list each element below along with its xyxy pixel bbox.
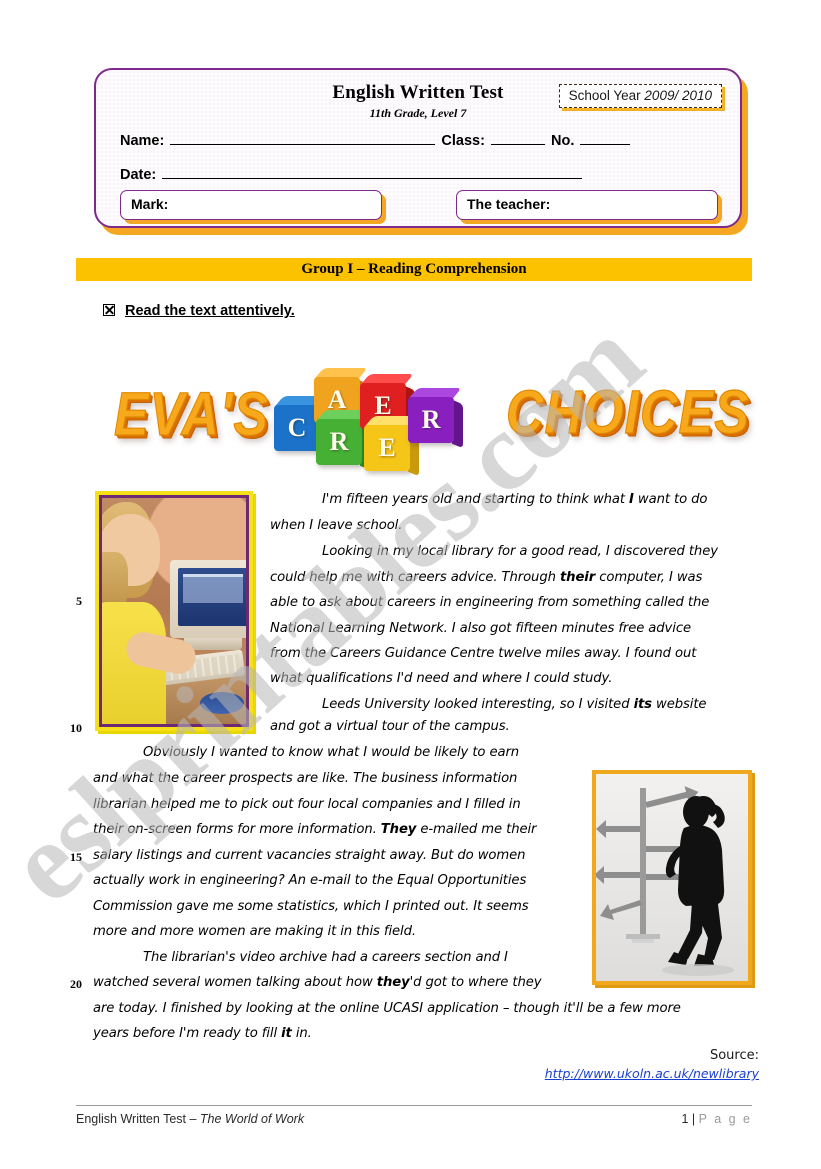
school-year-label: School Year <box>568 88 641 103</box>
reading-text-line: from the Careers Guidance Centre twelve … <box>270 646 697 661</box>
reading-text-line: are today. I finished by looking at the … <box>93 1001 681 1016</box>
date-label: Date: <box>120 167 157 183</box>
line-number: 10 <box>70 721 82 735</box>
reading-text-line: actually work in engineering? An e-mail … <box>93 873 527 888</box>
footer-page-indicator: 1 | P a g e <box>681 1112 752 1126</box>
school-year-badge: School Year 2009/ 2010 <box>558 84 722 108</box>
page-footer: English Written Test – The World of Work… <box>76 1105 752 1126</box>
reading-text-line: National Learning Network. I also got fi… <box>270 621 691 636</box>
reading-text-line: watched several women talking about how … <box>93 975 542 990</box>
block-letter: R <box>408 397 454 443</box>
reading-text-line: Obviously I wanted to know what I would … <box>143 745 520 760</box>
no-input-blank[interactable] <box>580 131 631 145</box>
source-url-link[interactable]: http://www.ukoln.ac.uk/newlibrary <box>545 1066 759 1081</box>
school-year-value: 2009/ 2010 <box>644 88 712 103</box>
reading-text-line: their on-screen forms for more informati… <box>93 822 537 837</box>
no-label: No. <box>550 133 575 149</box>
reading-text-line: and what the career prospects are like. … <box>93 771 518 786</box>
line-number: 20 <box>70 977 82 991</box>
screen-window-shape <box>183 574 243 603</box>
name-label: Name: <box>120 133 165 149</box>
career-letter-blocks: CAREER <box>274 353 504 478</box>
source-label: Source: <box>709 1048 759 1063</box>
career-block-r-5: R <box>408 388 463 449</box>
girl-photo-frame <box>99 495 249 727</box>
career-block-e-4: E <box>364 416 419 477</box>
mark-label: Mark: <box>131 196 169 212</box>
reading-text-line: The librarian's video archive had a care… <box>143 950 508 965</box>
reading-text-line: Commission gave me some statistics, whic… <box>93 899 529 914</box>
signpost-silhouette-photo <box>592 770 752 985</box>
reading-text-line: librarian helped me to pick out four loc… <box>93 797 521 812</box>
checkbox-x-icon <box>103 304 115 316</box>
reading-text-line: years before I'm ready to fill it in. <box>93 1026 312 1041</box>
test-header-box: English Written Test 11th Grade, Level 7… <box>94 68 742 228</box>
reading-text-line: I'm fifteen years old and starting to th… <box>322 492 708 507</box>
group-i-banner: Group I – Reading Comprehension <box>76 258 752 281</box>
group-i-banner-label: Group I – Reading Comprehension <box>301 261 527 277</box>
block-letter: E <box>364 425 410 471</box>
date-input-blank[interactable] <box>162 165 583 179</box>
mark-box[interactable]: Mark: <box>120 190 382 220</box>
reading-text-line: could help me with careers advice. Throu… <box>270 570 703 585</box>
page-word: P a g e <box>698 1112 752 1126</box>
date-row: Date: <box>120 165 584 183</box>
title-art-word-right: CHOICES <box>506 378 750 448</box>
eva-career-choices-title-art: EVA'S CAREER CHOICES <box>96 345 749 480</box>
girl-at-computer-photo <box>95 491 253 731</box>
class-input-blank[interactable] <box>490 131 545 145</box>
reading-text-line: Leeds University looked interesting, so … <box>322 697 707 712</box>
reading-text-line: what qualifications I'd need and where I… <box>270 671 613 686</box>
instruction-text: Read the text attentively. <box>125 303 295 319</box>
title-art-word-left: EVA'S <box>113 380 270 450</box>
teacher-label: The teacher: <box>467 196 551 212</box>
career-block-r-2: R <box>316 410 371 471</box>
line-number: 5 <box>76 594 82 608</box>
reading-text-line: able to ask about careers in engineering… <box>270 595 710 610</box>
worksheet-page: English Written Test 11th Grade, Level 7… <box>0 0 821 1169</box>
page-subtitle: 11th Grade, Level 7 <box>369 106 467 120</box>
reading-text-line: Looking in my local library for a good r… <box>322 544 718 559</box>
reading-text-line: when I leave school. <box>270 518 403 533</box>
reading-text-line: and got a virtual tour of the campus. <box>270 719 510 734</box>
reading-text-line: more and more women are making it in thi… <box>93 924 416 939</box>
signpost-photo-frame <box>596 774 748 981</box>
block-letter: R <box>316 419 362 465</box>
reading-text-line: salary listings and current vacancies st… <box>93 848 526 863</box>
footer-left-text: English Written Test – The World of Work <box>76 1112 304 1126</box>
instruction-row: Read the text attentively. <box>103 302 295 320</box>
line-number: 15 <box>70 850 82 864</box>
teacher-box[interactable]: The teacher: <box>456 190 718 220</box>
class-label: Class: <box>441 133 485 149</box>
footer-test-name: English Written Test – <box>76 1112 200 1126</box>
name-class-no-row: Name: Class: No. <box>120 131 632 149</box>
name-input-blank[interactable] <box>170 131 436 145</box>
page-separator: | <box>688 1112 699 1126</box>
signpost-figure-svg <box>596 786 734 976</box>
footer-theme-name: The World of Work <box>199 1112 305 1126</box>
mousepad-shape <box>200 692 244 714</box>
source-block: Source: http://www.ukoln.ac.uk/newlibrar… <box>545 1046 759 1081</box>
